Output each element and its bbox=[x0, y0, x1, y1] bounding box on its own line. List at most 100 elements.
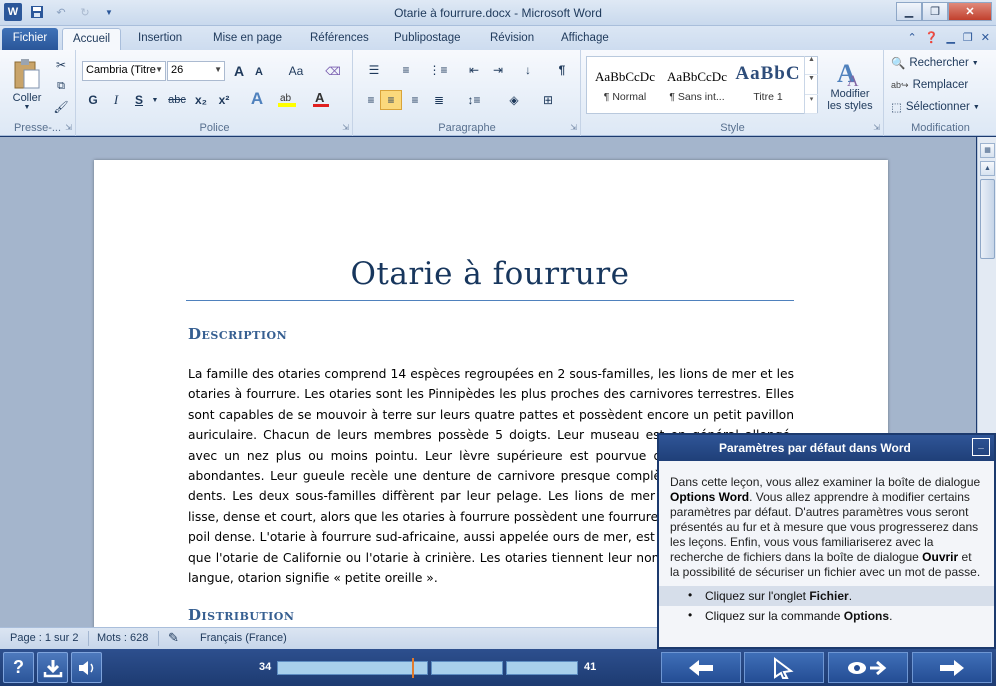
tab-references[interactable]: Références bbox=[300, 28, 379, 50]
doc-minimize-icon[interactable]: ▁ bbox=[946, 31, 954, 44]
font-name-combo[interactable]: Cambria (Titre ▼ bbox=[82, 61, 166, 81]
previous-button[interactable] bbox=[661, 652, 741, 683]
shrink-font-button[interactable]: A bbox=[251, 64, 267, 80]
show-action-button[interactable] bbox=[744, 652, 824, 683]
format-painter-icon[interactable]: 🖌 bbox=[52, 98, 70, 116]
scroll-up-icon[interactable]: ▲ bbox=[980, 161, 995, 176]
superscript-button[interactable]: x² bbox=[214, 90, 234, 110]
sort-icon[interactable]: ↓ bbox=[518, 60, 538, 80]
text-effects-icon[interactable]: A bbox=[245, 88, 269, 110]
highlight-color-icon[interactable]: ab bbox=[275, 88, 299, 110]
clear-formatting-icon[interactable]: ⌫ bbox=[322, 62, 344, 80]
step-1-text: Cliquez sur l'onglet bbox=[705, 589, 810, 603]
tab-home[interactable]: Accueil bbox=[62, 28, 122, 50]
find-icon: 🔍 bbox=[891, 58, 906, 70]
lesson-minimize-button[interactable]: _ bbox=[972, 438, 990, 456]
justify-icon[interactable]: ≣ bbox=[428, 90, 450, 110]
pointer-icon bbox=[774, 656, 794, 679]
help-button[interactable]: ? bbox=[3, 652, 34, 683]
download-icon bbox=[43, 659, 62, 677]
underline-dropdown-icon[interactable]: ▼ bbox=[150, 90, 160, 110]
paste-label: Coller bbox=[12, 91, 42, 104]
maximize-button[interactable]: ❐ bbox=[922, 2, 948, 21]
increase-indent-icon[interactable]: ⇥ bbox=[488, 60, 508, 80]
font-size-combo[interactable]: 26 ▼ bbox=[167, 61, 225, 81]
font-size-value: 26 bbox=[171, 64, 184, 76]
style-no-spacing-name: ¶ Sans int... bbox=[669, 91, 725, 103]
font-color-icon[interactable]: A bbox=[309, 88, 333, 110]
font-launcher-icon[interactable]: ⇲ bbox=[342, 123, 349, 132]
bold-button[interactable]: G bbox=[83, 90, 103, 110]
find-button[interactable]: 🔍 Rechercher ▼ bbox=[891, 54, 991, 72]
change-styles-button[interactable]: AA Modifier les styles bbox=[822, 54, 878, 116]
gallery-more-icon[interactable]: ▾ bbox=[805, 95, 818, 114]
tab-review[interactable]: Révision bbox=[480, 28, 544, 50]
minimize-ribbon-icon[interactable]: ⌃ bbox=[908, 31, 917, 44]
help-icon[interactable]: ❓ bbox=[925, 31, 939, 44]
download-button[interactable] bbox=[37, 652, 68, 683]
gallery-down-icon[interactable]: ▼ bbox=[805, 75, 818, 95]
strikethrough-button[interactable]: abc bbox=[165, 90, 189, 110]
window-title: Otarie à fourrure.docx - Microsoft Word bbox=[394, 6, 602, 20]
align-left-icon[interactable]: ≡ bbox=[360, 90, 382, 110]
scroll-thumb[interactable] bbox=[980, 179, 995, 259]
numbering-icon[interactable]: ≡ bbox=[392, 60, 420, 80]
close-button[interactable]: ✕ bbox=[948, 2, 992, 21]
svg-text:A: A bbox=[315, 90, 325, 105]
progress-segment[interactable] bbox=[431, 661, 503, 675]
align-right-icon[interactable]: ≡ bbox=[404, 90, 426, 110]
step-2-suffix: . bbox=[889, 609, 893, 623]
lesson-intro-text-1: Dans cette leçon, vous allez examiner la… bbox=[670, 475, 981, 489]
tab-insert[interactable]: Insertion bbox=[128, 28, 192, 50]
clipboard-launcher-icon[interactable]: ⇲ bbox=[65, 123, 72, 132]
progress-segment[interactable] bbox=[506, 661, 578, 675]
doc-close-icon[interactable]: ✕ bbox=[981, 31, 990, 44]
tab-page-layout[interactable]: Mise en page bbox=[203, 28, 292, 50]
progress-start-label: 34 bbox=[259, 661, 272, 673]
cut-icon[interactable]: ✂ bbox=[52, 56, 70, 74]
status-language[interactable]: Français (France) bbox=[200, 632, 287, 644]
align-center-icon[interactable]: ≡ bbox=[380, 90, 402, 110]
italic-button[interactable]: I bbox=[106, 90, 126, 110]
grow-font-button[interactable]: A bbox=[230, 62, 248, 80]
subscript-button[interactable]: x₂ bbox=[191, 90, 211, 110]
minimize-button[interactable]: ▁ bbox=[896, 2, 922, 21]
decrease-indent-icon[interactable]: ⇤ bbox=[464, 60, 484, 80]
copy-icon[interactable]: ⧉ bbox=[52, 77, 70, 95]
replace-button[interactable]: ab↪ Remplacer bbox=[891, 76, 991, 94]
ruler-toggle-icon[interactable]: ▦ bbox=[980, 143, 995, 158]
borders-icon[interactable]: ⊞ bbox=[534, 90, 562, 110]
tab-view[interactable]: Affichage bbox=[551, 28, 619, 50]
style-no-spacing[interactable]: AaBbCcDc ¶ Sans int... bbox=[661, 59, 733, 111]
change-case-button[interactable]: Aa bbox=[282, 62, 310, 80]
bullets-icon[interactable]: ☰ bbox=[360, 60, 388, 80]
next-button[interactable] bbox=[912, 652, 992, 683]
underline-button[interactable]: S bbox=[129, 90, 149, 110]
title-underline bbox=[186, 300, 794, 301]
audio-button[interactable] bbox=[71, 652, 102, 683]
demo-button[interactable] bbox=[828, 652, 908, 683]
shading-icon[interactable]: ◈ bbox=[500, 90, 528, 110]
select-button[interactable]: ⬚ Sélectionner ▼ bbox=[891, 98, 991, 116]
style-heading1[interactable]: AaBbC Titre 1 bbox=[733, 59, 803, 111]
paste-button[interactable]: Coller ▼ bbox=[6, 54, 48, 114]
status-word-count[interactable]: Mots : 628 bbox=[97, 632, 148, 644]
ribbon: Coller ▼ ✂ ⧉ 🖌 Presse-... ⇲ Cambria (Tit… bbox=[0, 50, 996, 136]
tab-file[interactable]: Fichier bbox=[2, 28, 58, 50]
styles-launcher-icon[interactable]: ⇲ bbox=[873, 123, 880, 132]
lesson-header: Paramètres par défaut dans Word _ bbox=[659, 435, 994, 461]
proofing-icon[interactable]: ✎ bbox=[168, 630, 179, 646]
multilevel-list-icon[interactable]: ⋮≡ bbox=[424, 60, 452, 80]
tab-mailings[interactable]: Publipostage bbox=[384, 28, 471, 50]
style-normal[interactable]: AaBbCcDc ¶ Normal bbox=[589, 59, 661, 111]
status-page[interactable]: Page : 1 sur 2 bbox=[10, 632, 79, 644]
progress-segment[interactable] bbox=[277, 661, 428, 675]
step-1-suffix: . bbox=[848, 589, 853, 603]
style-heading1-sample: AaBbC bbox=[735, 63, 801, 84]
gallery-up-icon[interactable]: ▲ bbox=[805, 56, 818, 76]
paragraph-launcher-icon[interactable]: ⇲ bbox=[570, 123, 577, 132]
line-spacing-icon[interactable]: ↕≡ bbox=[460, 90, 488, 110]
doc-restore-icon[interactable]: ❐ bbox=[963, 31, 973, 44]
progress-marker[interactable] bbox=[412, 658, 414, 678]
show-formatting-button[interactable]: ¶ bbox=[552, 60, 572, 80]
